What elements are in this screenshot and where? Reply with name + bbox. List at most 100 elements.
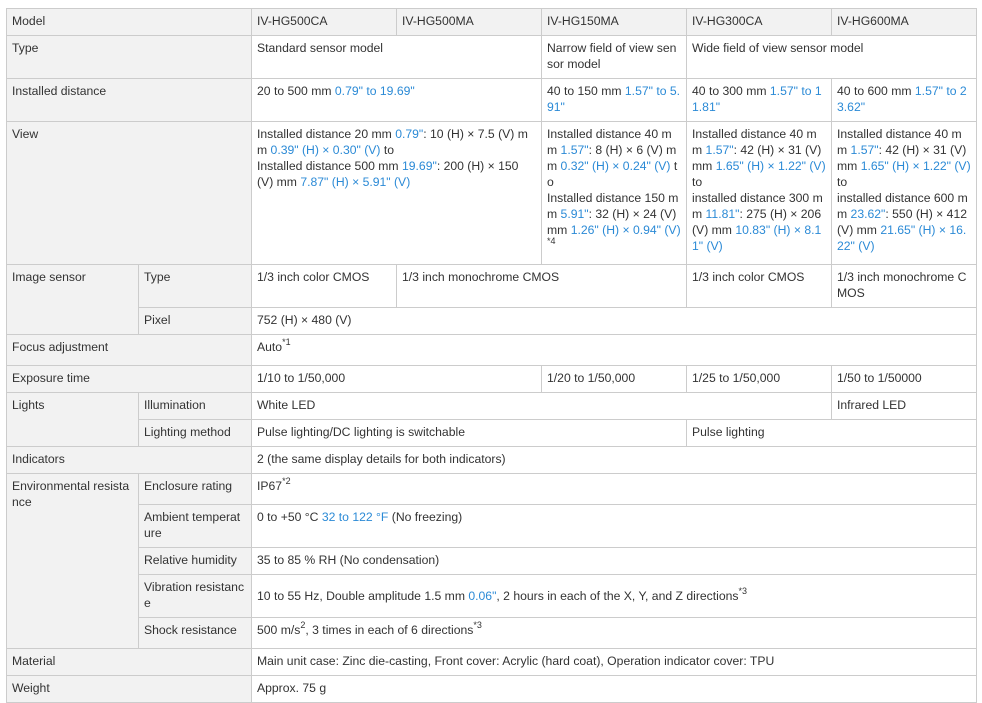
focus-label: Focus adjustment bbox=[6, 334, 252, 366]
view-text: Installed distance 20 mm bbox=[257, 127, 396, 141]
model-iv-hg150ma: IV-HG150MA bbox=[541, 8, 687, 36]
vibration-text: 10 to 55 Hz, Double amplitude 1.5 mm bbox=[257, 589, 469, 603]
model-label: Model bbox=[6, 8, 252, 36]
lights-method-row: Lighting method Pulse lighting/DC lighti… bbox=[7, 419, 977, 447]
view-label: View bbox=[6, 121, 252, 265]
installed-distance-hg300: 40 to 300 mm 1.57" to 11.81" bbox=[686, 78, 832, 122]
footnote-mark: *3 bbox=[738, 585, 748, 596]
view-hg150: Installed distance 40 mm 1.57": 8 (H) × … bbox=[541, 121, 687, 265]
view-hg500: Installed distance 20 mm 0.79": 10 (H) ×… bbox=[251, 121, 542, 265]
model-iv-hg600ma: IV-HG600MA bbox=[831, 8, 977, 36]
lighting-method-label: Lighting method bbox=[138, 419, 252, 447]
footnote-mark: *1 bbox=[282, 336, 291, 347]
indicators-value: 2 (the same display details for both ind… bbox=[251, 446, 977, 474]
exposure-hg150: 1/20 to 1/50,000 bbox=[541, 365, 687, 393]
footnote-mark: *3 bbox=[473, 619, 482, 630]
view-inch: 19.69" bbox=[401, 159, 437, 173]
humidity-row: Relative humidity 35 to 85 % RH (No cond… bbox=[7, 547, 977, 575]
view-inch: 11.81" bbox=[705, 207, 740, 221]
view-inch: 0.39" (H) × 0.30" (V) bbox=[270, 143, 381, 157]
ambient-value: 0 to +50 °C 32 to 122 °F (No freezing) bbox=[251, 504, 977, 548]
image-sensor-pixel-row: Pixel 752 (H) × 480 (V) bbox=[7, 307, 977, 335]
type-standard: Standard sensor model bbox=[251, 35, 542, 79]
indicators-row: Indicators 2 (the same display details f… bbox=[6, 446, 977, 474]
metric-value: 40 to 300 mm bbox=[692, 84, 770, 98]
inch-value: 0.79" to 19.69" bbox=[334, 84, 415, 98]
environmental-resistance-label: Environmental resistance bbox=[6, 473, 139, 649]
pixel-value: 752 (H) × 480 (V) bbox=[251, 307, 977, 335]
shock-text: , 3 times in each of 6 directions bbox=[305, 623, 474, 637]
model-row: Model IV-HG500CA IV-HG500MA IV-HG150MA I… bbox=[6, 8, 977, 36]
enclosure-value: IP67*2 bbox=[251, 473, 977, 505]
metric-value: 20 to 500 mm bbox=[257, 84, 335, 98]
lighting-method-pulse: Pulse lighting bbox=[686, 419, 977, 447]
image-sensor-label: Image sensor bbox=[6, 264, 139, 335]
sensor-hg500ca: 1/3 inch color CMOS bbox=[251, 264, 397, 308]
illumination-label: Illumination bbox=[138, 392, 252, 420]
sensor-hg600ma: 1/3 inch monochrome CMOS bbox=[831, 264, 977, 308]
indicators-label: Indicators bbox=[6, 446, 252, 474]
lighting-method-switchable: Pulse lighting/DC lighting is switchable bbox=[251, 419, 687, 447]
exposure-hg300: 1/25 to 1/50,000 bbox=[686, 365, 832, 393]
installed-distance-hg600: 40 to 600 mm 1.57" to 23.62" bbox=[831, 78, 977, 122]
ambient-fahrenheit: 32 to 122 °F bbox=[321, 510, 389, 524]
enclosure-text: IP67 bbox=[257, 479, 283, 493]
footnote-mark: *2 bbox=[282, 475, 291, 486]
material-value: Main unit case: Zinc die-casting, Front … bbox=[251, 648, 977, 676]
view-hg600: Installed distance 40 mm 1.57": 42 (H) ×… bbox=[831, 121, 977, 265]
vibration-inch: 0.06" bbox=[468, 589, 497, 603]
ambient-label: Ambient temperature bbox=[138, 504, 252, 548]
enclosure-label: Enclosure rating bbox=[138, 473, 252, 505]
view-text: to bbox=[837, 175, 848, 189]
ambient-text: 0 to +50 °C bbox=[257, 510, 322, 524]
vibration-text: , 2 hours in each of the X, Y, and Z dir… bbox=[496, 589, 739, 603]
focus-value: Auto*1 bbox=[251, 334, 977, 366]
focus-row: Focus adjustment Auto*1 bbox=[6, 334, 977, 366]
view-inch: 0.79" bbox=[395, 127, 424, 141]
vibration-row: Vibration resistance 10 to 55 Hz, Double… bbox=[7, 574, 977, 618]
illumination-white: White LED bbox=[251, 392, 832, 420]
vibration-label: Vibration resistance bbox=[138, 574, 252, 618]
view-inch: 1.57" bbox=[560, 143, 589, 157]
lights-illumination-row: Lights Illumination White LED Infrared L… bbox=[6, 392, 977, 447]
image-sensor-type-label: Type bbox=[138, 264, 252, 308]
view-inch: 1.65" (H) × 1.22" (V) bbox=[860, 159, 971, 173]
exposure-label: Exposure time bbox=[6, 365, 252, 393]
view-row: View Installed distance 20 mm 0.79": 10 … bbox=[6, 121, 977, 265]
exponent: 2 bbox=[300, 619, 306, 630]
image-sensor-pixel-label: Pixel bbox=[138, 307, 252, 335]
type-narrow: Narrow field of view sensor model bbox=[541, 35, 687, 79]
view-inch: 23.62" bbox=[850, 207, 886, 221]
spec-table: Model IV-HG500CA IV-HG500MA IV-HG150MA I… bbox=[6, 8, 977, 703]
material-label: Material bbox=[6, 648, 252, 676]
view-text: to bbox=[380, 143, 395, 157]
weight-row: Weight Approx. 75 g bbox=[6, 675, 977, 703]
type-row: Type Standard sensor model Narrow field … bbox=[6, 35, 977, 79]
ambient-row: Ambient temperature 0 to +50 °C 32 to 12… bbox=[7, 504, 977, 548]
illumination-infrared: Infrared LED bbox=[831, 392, 977, 420]
installed-distance-row: Installed distance 20 to 500 mm 0.79" to… bbox=[6, 78, 977, 122]
type-wide: Wide field of view sensor model bbox=[686, 35, 977, 79]
installed-distance-hg500: 20 to 500 mm 0.79" to 19.69" bbox=[251, 78, 542, 122]
type-label: Type bbox=[6, 35, 252, 79]
view-inch: 7.87" (H) × 5.91" (V) bbox=[300, 175, 411, 189]
installed-distance-label: Installed distance bbox=[6, 78, 252, 122]
model-iv-hg500ma: IV-HG500MA bbox=[396, 8, 542, 36]
image-sensor-type-row: Image sensor Type 1/3 inch color CMOS 1/… bbox=[6, 264, 977, 335]
sensor-hg500ma-hg150ma: 1/3 inch monochrome CMOS bbox=[396, 264, 687, 308]
lights-label: Lights bbox=[6, 392, 139, 447]
exposure-hg500: 1/10 to 1/50,000 bbox=[251, 365, 542, 393]
view-inch: 5.91" bbox=[560, 207, 589, 221]
shock-value: 500 m/s2, 3 times in each of 6 direction… bbox=[251, 617, 977, 649]
view-text: Installed distance 500 mm bbox=[257, 159, 402, 173]
view-hg300: Installed distance 40 mm 1.57": 42 (H) ×… bbox=[686, 121, 832, 265]
metric-value: 40 to 150 mm bbox=[547, 84, 625, 98]
focus-text: Auto bbox=[257, 340, 283, 354]
footnote-mark: *4 bbox=[547, 235, 556, 246]
exposure-hg600: 1/50 to 1/50000 bbox=[831, 365, 977, 393]
weight-label: Weight bbox=[6, 675, 252, 703]
view-text: to bbox=[692, 175, 703, 189]
view-inch: 1.26" (H) × 0.94" (V) bbox=[570, 223, 681, 237]
ambient-note: (No freezing) bbox=[388, 510, 463, 524]
shock-label: Shock resistance bbox=[138, 617, 252, 649]
